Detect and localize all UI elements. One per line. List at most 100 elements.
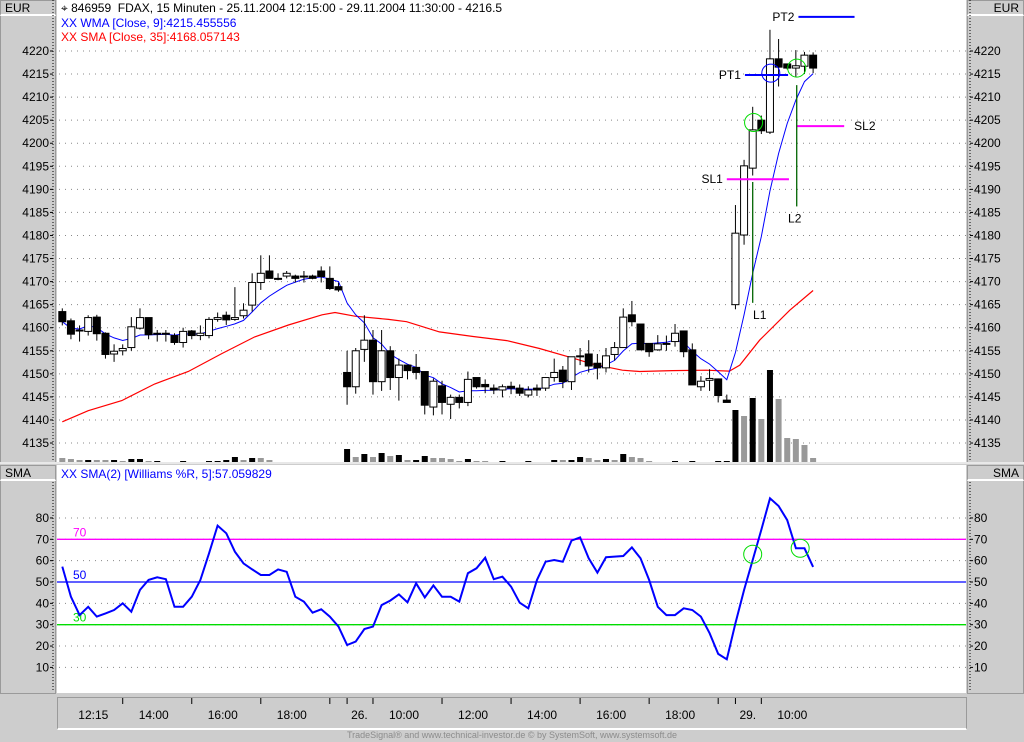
time-label: 16:00 [208,708,238,722]
volume-bar [102,460,109,462]
volume-bar [154,461,161,462]
candle [731,232,740,306]
level-label-50: 50 [73,568,87,582]
price-tick-label: 4215 [974,67,1001,81]
volume-bar [93,460,100,462]
price-tick-label: 4195 [974,159,1001,173]
candle [429,380,438,408]
price-tick-label: 4140 [974,413,1001,427]
candle [144,317,153,336]
volume-bar [413,460,420,462]
indicator-tick-label: 70 [36,532,50,546]
candle [135,317,144,329]
volume-bar [792,439,799,462]
candle [438,385,447,403]
candle [299,275,308,278]
indicator-tick-label: 10 [36,660,50,674]
candle [75,329,84,332]
candle [791,65,800,69]
candle [679,330,688,353]
volume-bar [499,461,506,462]
candle [455,396,464,403]
volume-bar [128,459,135,462]
candle [403,364,412,372]
volume-bar [766,370,773,462]
candle [84,317,93,332]
time-label: 29. [739,708,756,722]
candle [653,343,662,351]
level-label-70: 70 [73,525,87,539]
candle [524,389,533,396]
candle [196,332,205,337]
volume-bar [387,456,394,462]
volume-bar [447,459,454,462]
volume-bar [206,461,213,462]
price-tick-label: 4210 [974,90,1001,104]
volume-bar [145,461,152,462]
candle [351,350,360,388]
candle [662,342,671,345]
candle [532,387,541,391]
candle [222,314,231,321]
candle [576,355,585,358]
candle [248,282,257,306]
candle [325,277,334,290]
candle [714,378,723,397]
volume-bar [559,460,566,462]
volume-bar [67,459,74,462]
candle [420,371,429,406]
candle [66,320,75,335]
price-tick-label: 4150 [974,367,1001,381]
l2-label: L2 [788,211,802,225]
volume-bar [749,398,756,462]
candle [610,347,619,355]
price-tick-label: 4170 [22,275,49,289]
indicator-tick-label: 10 [974,660,988,674]
volume-bar [637,458,644,462]
volume-bar [344,449,351,462]
volume-bar [231,457,238,462]
pt1-label: PT1 [719,68,741,82]
candle [481,383,490,388]
indicator-tick-label: 40 [36,596,50,610]
candle [153,332,162,335]
volume-bar [689,461,696,462]
volume-bar [784,438,791,462]
volume-bar [594,460,601,462]
price-tick-label: 4150 [22,367,49,381]
volume-bar [85,460,92,462]
volume-bar [404,460,411,462]
candle [645,342,654,353]
price-tick-label: 4195 [22,159,49,173]
indicator-tick-label: 80 [974,511,988,525]
candle [274,277,283,280]
candle [636,323,645,351]
indicator-tick-label: 60 [36,554,50,568]
price-tick-label: 4220 [22,44,49,58]
candle [783,63,792,69]
l1-label: L1 [753,308,767,322]
volume-bar [568,460,575,462]
time-label: 10:00 [777,708,807,722]
volume-bar [801,445,808,462]
indicator-tick-label: 20 [974,639,988,653]
price-tick-label: 4180 [974,228,1001,242]
time-label: 18:00 [277,708,307,722]
volume-bar [482,461,489,462]
volume-bar [369,457,376,462]
volume-bar [439,458,446,462]
candle [696,380,705,388]
price-tick-label: 4220 [974,44,1001,58]
price-tick-label: 4155 [974,344,1001,358]
time-label: 14:00 [527,708,557,722]
candle [507,385,516,389]
price-tick-label: 4210 [22,90,49,104]
volume-bar [758,419,765,462]
indicator-tick-label: 30 [974,618,988,632]
price-tick-label: 4200 [22,136,49,150]
candle [282,272,291,277]
price-tick-label: 4165 [974,298,1001,312]
candle [584,353,593,367]
indicator-tick-label: 60 [974,554,988,568]
candle [110,350,119,355]
